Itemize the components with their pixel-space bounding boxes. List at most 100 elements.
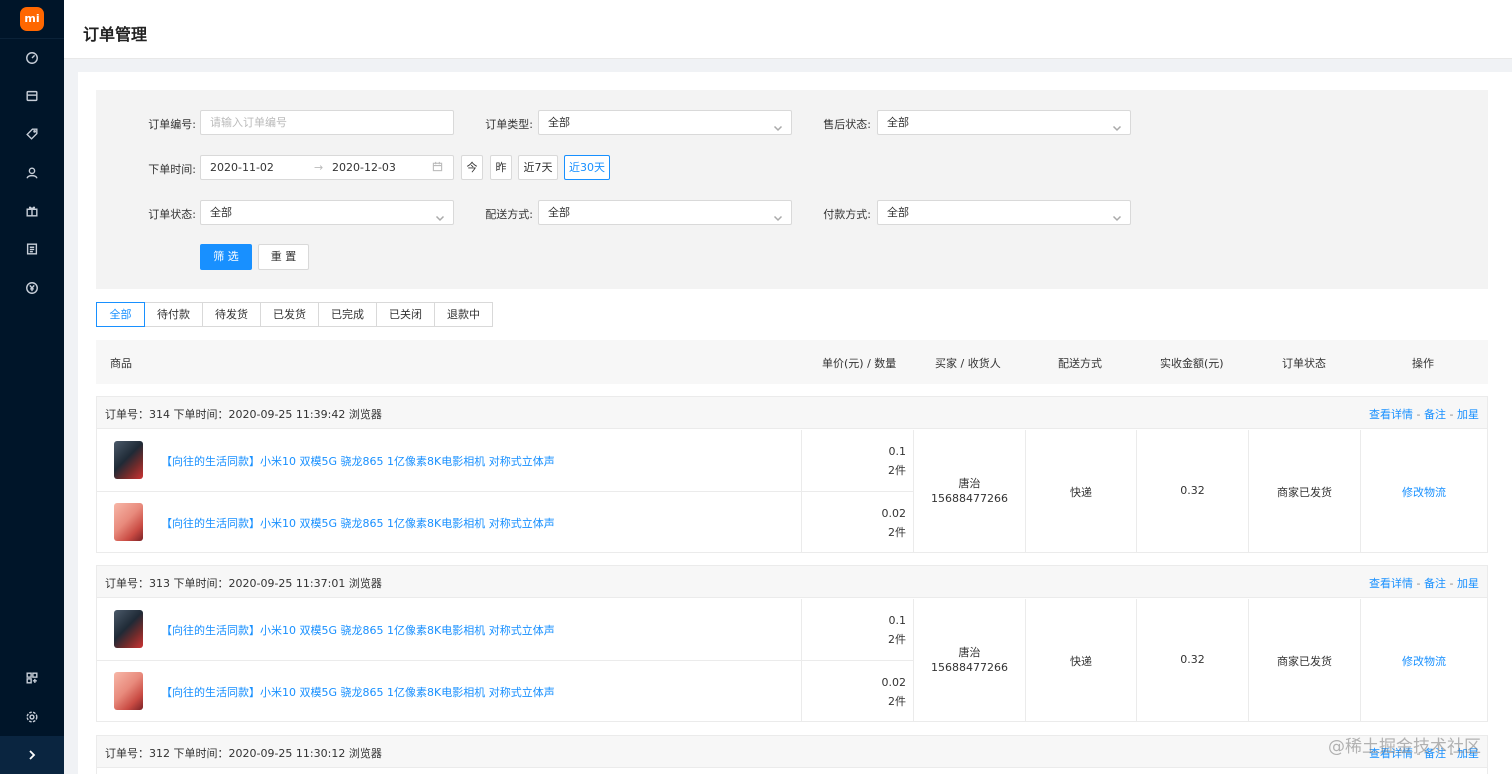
arrow-right-icon: → <box>314 161 324 174</box>
add-star-link[interactable]: 加星 <box>1457 408 1479 421</box>
add-note-link[interactable]: 备注 <box>1424 408 1446 421</box>
edit-logistics-link[interactable]: 修改物流 <box>1361 653 1487 669</box>
order-actions: 查看详情 - 备注 - 加星 <box>1369 575 1479 591</box>
add-note-link[interactable]: 备注 <box>1424 577 1446 590</box>
filter-reset-button[interactable]: 重 置 <box>258 244 309 270</box>
quick-30days-button[interactable]: 近30天 <box>564 155 610 180</box>
separator: - <box>1416 408 1421 421</box>
unit-price: 0.1 <box>888 445 907 458</box>
settings-icon[interactable] <box>22 707 42 727</box>
price-qty-cell: 0.1 2件 <box>801 599 913 660</box>
separator: - <box>1449 577 1454 590</box>
watermark: @稀土掘金技术社区 <box>1328 737 1481 757</box>
shop-icon[interactable] <box>22 86 42 106</box>
aftersale-select[interactable]: 全部 <box>877 110 1131 135</box>
buyer-phone: 15688477266 <box>931 492 1008 505</box>
order-no-input[interactable] <box>200 110 454 135</box>
amount-cell: 0.32 <box>1136 599 1248 721</box>
filter-submit-button[interactable]: 筛 选 <box>200 244 252 270</box>
tab-pending-shipment[interactable]: 待发货 <box>202 302 261 327</box>
order-type-label: 订单类型: <box>485 118 533 131</box>
sidebar: mi <box>0 0 64 774</box>
date-range-picker[interactable]: 2020-11-02 → 2020-12-03 <box>200 155 454 180</box>
mi-logo[interactable]: mi <box>20 7 44 31</box>
payment-label: 付款方式: <box>823 208 871 221</box>
order-header: 订单号：314 下单时间：2020-09-25 11:39:42 浏览器 查看详… <box>97 397 1487 429</box>
order-list-icon[interactable] <box>22 239 42 259</box>
col-delivery: 配送方式 <box>1058 357 1102 370</box>
order-status: 商家已发货 <box>1277 486 1332 499</box>
price-qty-cell: 0.1 2件 <box>801 430 913 491</box>
buyer-cell: 唐治 15688477266 <box>913 430 1025 552</box>
unit-price: 0.1 <box>888 614 907 627</box>
buyer-name: 唐治 <box>958 477 981 490</box>
tab-pending-payment[interactable]: 待付款 <box>144 302 203 327</box>
product-thumbnail[interactable] <box>114 610 143 648</box>
product-name-link[interactable]: 【向往的生活同款】小米10 双模5G 骁龙865 1亿像素8K电影相机 对称式立… <box>161 622 555 638</box>
col-price-qty: 单价(元) / 数量 <box>822 357 897 370</box>
quantity: 2件 <box>888 526 906 539</box>
order-status-select[interactable]: 全部 <box>200 200 454 225</box>
product-row: 【向往的生活同款】小米10 双模5G 骁龙865 1亿像素8K电影相机 对称式立… <box>97 430 801 491</box>
status-cell: 商家已发货 <box>1248 430 1360 552</box>
quick-7days-button[interactable]: 近7天 <box>518 155 558 180</box>
order-card: 订单号：314 下单时间：2020-09-25 11:39:42 浏览器 查看详… <box>96 396 1488 553</box>
delivery-select[interactable]: 全部 <box>538 200 792 225</box>
product-thumbnail[interactable] <box>114 503 143 541</box>
order-type-select[interactable]: 全部 <box>538 110 792 135</box>
delivery-method: 快递 <box>1070 655 1092 668</box>
price-qty-cell: 0.02 2件 <box>801 660 913 721</box>
payment-value: 全部 <box>887 206 909 219</box>
gift-icon[interactable] <box>22 201 42 221</box>
product-name-link[interactable]: 【向往的生活同款】小米10 双模5G 骁龙865 1亿像素8K电影相机 对称式立… <box>161 684 555 700</box>
dashboard-icon[interactable] <box>22 48 42 68</box>
delivery-cell: 快递 <box>1025 430 1136 552</box>
order-header: 订单号：312 下单时间：2020-09-25 11:30:12 浏览器 查看详… <box>97 736 1487 768</box>
quick-today-button[interactable]: 今 <box>461 155 483 180</box>
product-thumbnail[interactable] <box>114 672 143 710</box>
buyer-name: 唐治 <box>958 646 981 659</box>
order-time-label: 下单时间: <box>148 163 196 176</box>
chevron-down-icon <box>1112 118 1122 132</box>
aftersale-label: 售后状态: <box>823 118 871 131</box>
edit-logistics-link[interactable]: 修改物流 <box>1361 484 1487 500</box>
date-end[interactable]: 2020-12-03 <box>332 161 396 174</box>
tab-completed[interactable]: 已完成 <box>318 302 377 327</box>
order-no-label: 订单编号: <box>148 118 196 131</box>
quick-yesterday-button[interactable]: 昨 <box>490 155 512 180</box>
tag-icon[interactable] <box>22 124 42 144</box>
user-icon[interactable] <box>22 163 42 183</box>
tab-closed[interactable]: 已关闭 <box>376 302 435 327</box>
product-thumbnail[interactable] <box>114 441 143 479</box>
order-meta: 订单号：313 下单时间：2020-09-25 11:37:01 浏览器 <box>105 577 382 590</box>
add-star-link[interactable]: 加星 <box>1457 577 1479 590</box>
yen-icon[interactable] <box>22 278 42 298</box>
amount-cell: 0.32 <box>1136 430 1248 552</box>
tab-shipped[interactable]: 已发货 <box>260 302 319 327</box>
tab-refunding[interactable]: 退款中 <box>434 302 493 327</box>
buyer-cell: 唐治 15688477266 <box>913 599 1025 721</box>
tab-all[interactable]: 全部 <box>96 302 145 327</box>
order-card: 订单号：313 下单时间：2020-09-25 11:37:01 浏览器 查看详… <box>96 565 1488 722</box>
payment-select[interactable]: 全部 <box>877 200 1131 225</box>
delivery-value: 全部 <box>548 206 570 219</box>
apps-icon[interactable] <box>22 668 42 688</box>
separator: - <box>1416 577 1421 590</box>
view-detail-link[interactable]: 查看详情 <box>1369 577 1413 590</box>
quantity: 2件 <box>888 633 906 646</box>
product-name-link[interactable]: 【向往的生活同款】小米10 双模5G 骁龙865 1亿像素8K电影相机 对称式立… <box>161 515 555 531</box>
product-name-link[interactable]: 【向往的生活同款】小米10 双模5G 骁龙865 1亿像素8K电影相机 对称式立… <box>161 453 555 469</box>
order-status-value: 全部 <box>210 206 232 219</box>
separator: - <box>1449 408 1454 421</box>
date-start[interactable]: 2020-11-02 <box>210 161 274 174</box>
col-status: 订单状态 <box>1282 357 1326 370</box>
order-header: 订单号：313 下单时间：2020-09-25 11:37:01 浏览器 查看详… <box>97 566 1487 598</box>
view-detail-link[interactable]: 查看详情 <box>1369 408 1413 421</box>
quantity: 2件 <box>888 464 906 477</box>
col-product: 商品 <box>110 357 132 370</box>
collapse-sidebar-button[interactable] <box>0 736 64 774</box>
table-header: 商品 单价(元) / 数量 买家 / 收货人 配送方式 实收金额(元) 订单状态… <box>96 340 1488 384</box>
header: 订单管理 <box>64 0 1512 59</box>
amount-value: 0.32 <box>1180 653 1205 666</box>
sidebar-divider <box>0 38 64 39</box>
